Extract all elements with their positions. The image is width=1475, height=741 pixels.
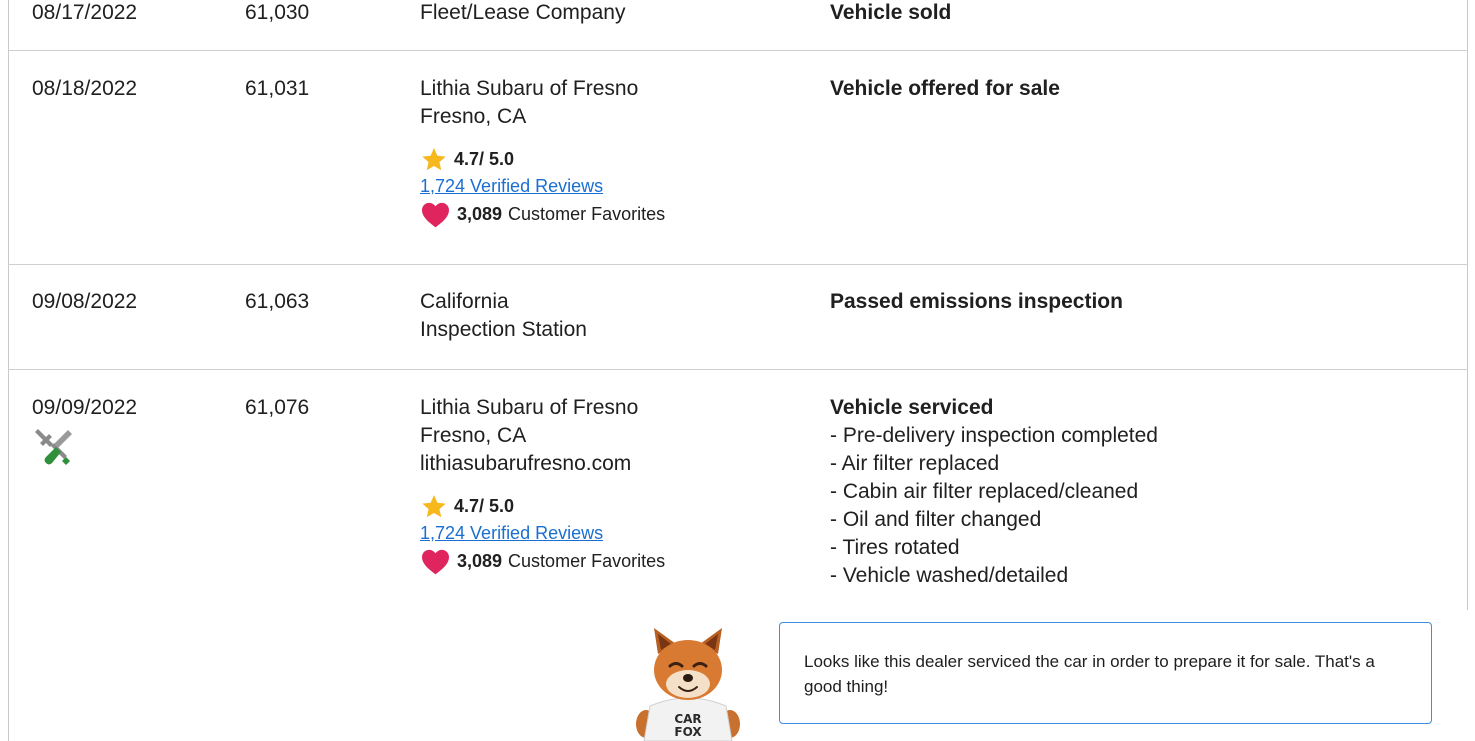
record-date-cell: 09/09/2022 xyxy=(32,394,137,468)
history-row: 09/09/2022 61,076 Lithia Subaru of Fresn… xyxy=(8,370,1468,610)
record-source: Lithia Subaru of Fresno Fresno, CA lithi… xyxy=(420,394,665,576)
record-date: 08/18/2022 xyxy=(32,77,138,100)
record-comment-title: Passed emissions inspection xyxy=(830,290,1123,313)
customer-favorites: 3,089 Customer Favorites xyxy=(420,546,665,576)
source-line: Lithia Subaru of Fresno xyxy=(420,77,639,100)
tip-text: Looks like this dealer serviced the car … xyxy=(804,652,1375,696)
comment-item: - Air filter replaced xyxy=(830,452,1000,475)
record-mileage: 61,030 xyxy=(245,1,310,24)
favorites-label: Customer Favorites xyxy=(508,204,666,224)
history-row: 08/17/2022 61,030 Fleet/Lease Company Ve… xyxy=(8,0,1468,51)
record-source: Fleet/Lease Company xyxy=(420,0,625,27)
svg-text:CAR: CAR xyxy=(674,712,701,726)
heart-icon xyxy=(422,549,449,574)
record-comment-title: Vehicle offered for sale xyxy=(830,77,1060,100)
favorites-label: Customer Favorites xyxy=(508,551,666,571)
source-line: Fresno, CA xyxy=(420,424,527,447)
verified-reviews-link[interactable]: 1,724 Verified Reviews xyxy=(420,520,665,546)
record-date: 09/08/2022 xyxy=(32,290,138,313)
dealer-tip-callout: Looks like this dealer serviced the car … xyxy=(779,622,1432,724)
source-line: Inspection Station xyxy=(420,318,587,341)
star-icon xyxy=(422,494,446,517)
record-comment-title: Vehicle sold xyxy=(830,1,952,24)
record-date: 09/09/2022 xyxy=(32,396,138,419)
comment-item: - Vehicle washed/detailed xyxy=(830,564,1069,587)
vehicle-history-page: 08/17/2022 61,030 Fleet/Lease Company Ve… xyxy=(0,0,1475,741)
rating-value: 4.7/ 5.0 xyxy=(454,149,515,169)
comment-item: - Oil and filter changed xyxy=(830,508,1042,531)
comment-item: - Cabin air filter replaced/cleaned xyxy=(830,480,1139,503)
wrench-screwdriver-icon xyxy=(35,429,72,465)
rating-value: 4.7/ 5.0 xyxy=(454,496,515,516)
source-line: Fleet/Lease Company xyxy=(420,1,626,24)
record-mileage: 61,076 xyxy=(245,396,310,419)
star-icon xyxy=(422,147,446,170)
record-mileage: 61,031 xyxy=(245,77,310,100)
customer-favorites: 3,089 Customer Favorites xyxy=(420,199,665,229)
history-row: 09/08/2022 61,063 California Inspection … xyxy=(8,265,1468,370)
history-row: 08/18/2022 61,031 Lithia Subaru of Fresn… xyxy=(8,51,1468,265)
record-source: Lithia Subaru of Fresno Fresno, CA 4.7/ … xyxy=(420,75,665,229)
carfox-mascot-icon: CAR FOX xyxy=(636,628,740,741)
comment-item: - Tires rotated xyxy=(830,536,960,559)
source-line: Fresno, CA xyxy=(420,105,527,128)
record-comment-title: Vehicle serviced xyxy=(830,396,994,419)
svg-text:FOX: FOX xyxy=(674,725,702,739)
record-source: California Inspection Station xyxy=(420,288,587,344)
heart-icon xyxy=(422,202,449,227)
favorites-count: 3,089 xyxy=(457,551,503,571)
record-comments: Vehicle serviced - Pre-delivery inspecti… xyxy=(830,394,1158,590)
verified-reviews-link[interactable]: 1,724 Verified Reviews xyxy=(420,173,665,199)
dealer-rating: 4.7/ 5.0 xyxy=(420,145,665,173)
record-mileage: 61,063 xyxy=(245,290,310,313)
source-line: Lithia Subaru of Fresno xyxy=(420,396,639,419)
comment-item: - Pre-delivery inspection completed xyxy=(830,424,1158,447)
record-date: 08/17/2022 xyxy=(32,1,138,24)
favorites-count: 3,089 xyxy=(457,204,503,224)
dealer-rating: 4.7/ 5.0 xyxy=(420,492,665,520)
source-line: lithiasubarufresno.com xyxy=(420,452,632,475)
source-line: California xyxy=(420,290,509,313)
